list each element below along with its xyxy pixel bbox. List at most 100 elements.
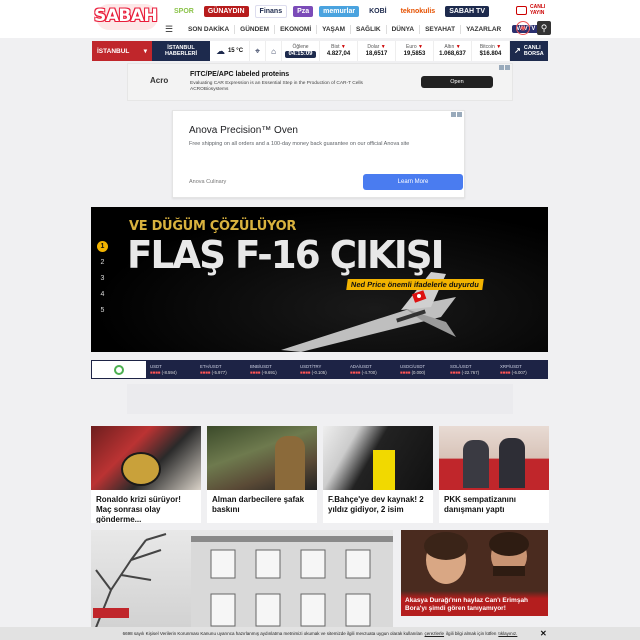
ticker-bitcoin[interactable]: Bitcoin ▼ $16.804: [472, 41, 510, 61]
cookie-text-mid: ilgili bilgi almak için lütfen: [446, 631, 497, 636]
mosque-icon[interactable]: ⌂: [266, 41, 282, 61]
adchoices-icon[interactable]: [451, 112, 456, 117]
search-icon[interactable]: ⚲: [537, 21, 551, 35]
close-icon[interactable]: ✕: [540, 629, 547, 638]
brand-link-pza[interactable]: Pza: [293, 5, 314, 17]
ticker-value: 18,6517: [365, 51, 388, 57]
headline-slider[interactable]: VE DÜĞÜM ÇÖZÜLÜYOR FLAŞ F-16 ÇIKIŞI Ned …: [91, 207, 548, 352]
nav-item-son-dakika[interactable]: SON DAKİKA: [183, 26, 234, 33]
ticker-label: Bitcoin: [479, 44, 495, 50]
market-ticker: İSTANBUL ▾ İSTANBUL HABERLERİ ☁ 15 °C ⌖ …: [92, 41, 548, 61]
ticker-euro[interactable]: Euro ▼ 19,5853: [396, 41, 434, 61]
crypto-item[interactable]: USDC/USDT ■■■■ (0.000): [398, 364, 448, 376]
person-figure: [463, 440, 489, 488]
slider-page-2[interactable]: 2: [97, 257, 108, 268]
crypto-pair: SOL/USDT: [450, 363, 472, 369]
nav-item-yazarlar[interactable]: YAZARLAR: [461, 26, 506, 33]
crypto-item[interactable]: USDT/TRY ■■■■ (-0.105): [298, 364, 348, 376]
city-selector[interactable]: İSTANBUL ▾: [92, 41, 152, 61]
crypto-items: USDT ■■■■ (-8.594) ETH/USDT ■■■■ (-5.977) …: [148, 364, 548, 376]
brand-link-gunaydin[interactable]: GÜNAYDIN: [203, 5, 249, 17]
ticker-bist[interactable]: Bist ▼ 4.827,04: [320, 41, 358, 61]
crypto-item[interactable]: ETH/USDT ■■■■ (-5.977): [198, 364, 248, 376]
crypto-pair: ADA/USDT: [350, 363, 372, 369]
ad-banner-acro[interactable]: Acro FITC/PE/APC labeled proteins Evalua…: [127, 63, 513, 101]
news-card[interactable]: Ronaldo krizi sürüyor! Maç sonrası olay …: [91, 426, 201, 523]
ad-close-icons[interactable]: [499, 65, 510, 70]
menu-icon[interactable]: ☰: [165, 24, 175, 35]
slider-page-5[interactable]: 5: [97, 305, 108, 316]
location-icon[interactable]: ⌖: [250, 41, 266, 61]
nav-item-seyahat[interactable]: SEYAHAT: [420, 26, 460, 33]
person-figure: [275, 436, 305, 490]
live-broadcast-label: CANLI YAYIN: [530, 4, 546, 16]
crypto-change: (-9.691): [261, 369, 277, 375]
crypto-provider-logo[interactable]: [92, 361, 146, 378]
crypto-value: ■■■■: [150, 369, 162, 375]
brand-link-spor[interactable]: SPOR: [170, 5, 198, 17]
featured-story-image[interactable]: [91, 530, 393, 640]
nav-item-saglik[interactable]: SAĞLIK: [351, 26, 386, 33]
news-card[interactable]: Alman darbecilere şafak baskını: [207, 426, 317, 523]
notification-icon[interactable]: ◉: [516, 21, 530, 35]
side-story[interactable]: Akasya Durağı'nın haylaz Can'ı Erimşah B…: [401, 530, 548, 616]
main-nav: ☰ SON DAKİKA GÜNDEM EKONOMİ YAŞAM SAĞLIK…: [165, 22, 540, 36]
ticker-label: Dolar: [367, 44, 380, 50]
crypto-item[interactable]: SOL/USDT ■■■■ (-22.767): [448, 364, 498, 376]
live-stock-link[interactable]: ↗ CANLI BORSA: [510, 41, 548, 61]
crypto-item[interactable]: XRP/USDT ■■■■ (-6.007): [498, 364, 548, 376]
ad-learn-more-button[interactable]: Learn More: [363, 174, 463, 190]
news-card-image: [323, 426, 433, 490]
cookie-text: 6698 sayılı Kişisel Verilerin Korunması …: [122, 631, 423, 636]
live-broadcast-link[interactable]: CANLI YAYIN: [516, 4, 552, 16]
brand-link-sabah-tv[interactable]: SABAH TV: [445, 5, 489, 17]
building-illustration: [91, 533, 393, 640]
brand-link-finans[interactable]: Finans: [254, 4, 288, 18]
news-card[interactable]: PKK sempatizanını danışmanı yaptı: [439, 426, 549, 523]
nav-item-gundem[interactable]: GÜNDEM: [235, 26, 274, 33]
slider-page-3[interactable]: 3: [97, 273, 108, 284]
crypto-pair: USDC/USDT: [400, 363, 426, 369]
crypto-pair: ETH/USDT: [200, 363, 222, 369]
hero-supertitle: VE DÜĞÜM ÇÖZÜLÜYOR: [129, 219, 297, 234]
ad-close-icons[interactable]: [451, 112, 462, 117]
crypto-item[interactable]: BNB/USDT ■■■■ (-9.691): [248, 364, 298, 376]
empty-ad-slot: [127, 384, 513, 414]
cookie-link[interactable]: çerezlerle: [425, 631, 445, 636]
slider-page-1[interactable]: 1: [97, 241, 108, 252]
crypto-item[interactable]: ADA/USDT ■■■■ (-4.700): [348, 364, 398, 376]
jersey-stripe: [373, 450, 395, 490]
ad-card-anova[interactable]: Anova Precision™ Oven Free shipping on a…: [172, 110, 465, 198]
crypto-change: (-8.594): [161, 369, 177, 375]
nav-item-dunya[interactable]: DÜNYA: [387, 26, 420, 33]
ad-open-button[interactable]: Open: [421, 76, 493, 88]
crypto-item[interactable]: USDT ■■■■ (-8.594): [148, 364, 198, 376]
crypto-pair: BNB/USDT: [250, 363, 272, 369]
weather-widget[interactable]: ☁ 15 °C: [210, 41, 250, 61]
crypto-value: ■■■■: [250, 369, 262, 375]
close-icon[interactable]: [505, 65, 510, 70]
close-icon[interactable]: [457, 112, 462, 117]
crypto-ticker: USDT ■■■■ (-8.594) ETH/USDT ■■■■ (-5.977) …: [91, 360, 548, 379]
chevron-down-icon: ▾: [143, 48, 147, 55]
site-logo[interactable]: SABAH: [94, 6, 158, 26]
city-news-link[interactable]: İSTANBUL HABERLERİ: [152, 41, 210, 61]
slider-page-4[interactable]: 4: [97, 289, 108, 300]
nav-item-yasam[interactable]: YAŞAM: [317, 26, 350, 33]
brand-link-teknokulis[interactable]: teknokulis: [396, 5, 440, 17]
prayer-time-widget[interactable]: Öğlene 04:15:09: [282, 41, 320, 61]
nav-item-ekonomi[interactable]: EKONOMİ: [275, 26, 316, 33]
ticker-dolar[interactable]: Dolar ▼ 18,6517: [358, 41, 396, 61]
news-card[interactable]: F.Bahçe'ye dev kaynak! 2 yıldız gidiyor,…: [323, 426, 433, 523]
city-label: İSTANBUL: [97, 47, 130, 55]
cookie-details-link[interactable]: tıklayınız.: [498, 631, 517, 636]
ad-title: FITC/PE/APC labeled proteins: [190, 71, 290, 78]
down-arrow-icon: ▼: [340, 44, 346, 50]
ticker-altin[interactable]: Altın ▼ 1.068,637: [434, 41, 472, 61]
crypto-value: ■■■■: [350, 369, 362, 375]
crypto-pair: USDT: [150, 363, 162, 369]
cookie-consent-bar: 6698 sayılı Kişisel Verilerin Korunması …: [0, 627, 640, 640]
brand-link-kobi[interactable]: KOBİ: [365, 5, 391, 17]
brand-link-memurlar[interactable]: memurlar: [319, 5, 360, 17]
adchoices-icon[interactable]: [499, 65, 504, 70]
